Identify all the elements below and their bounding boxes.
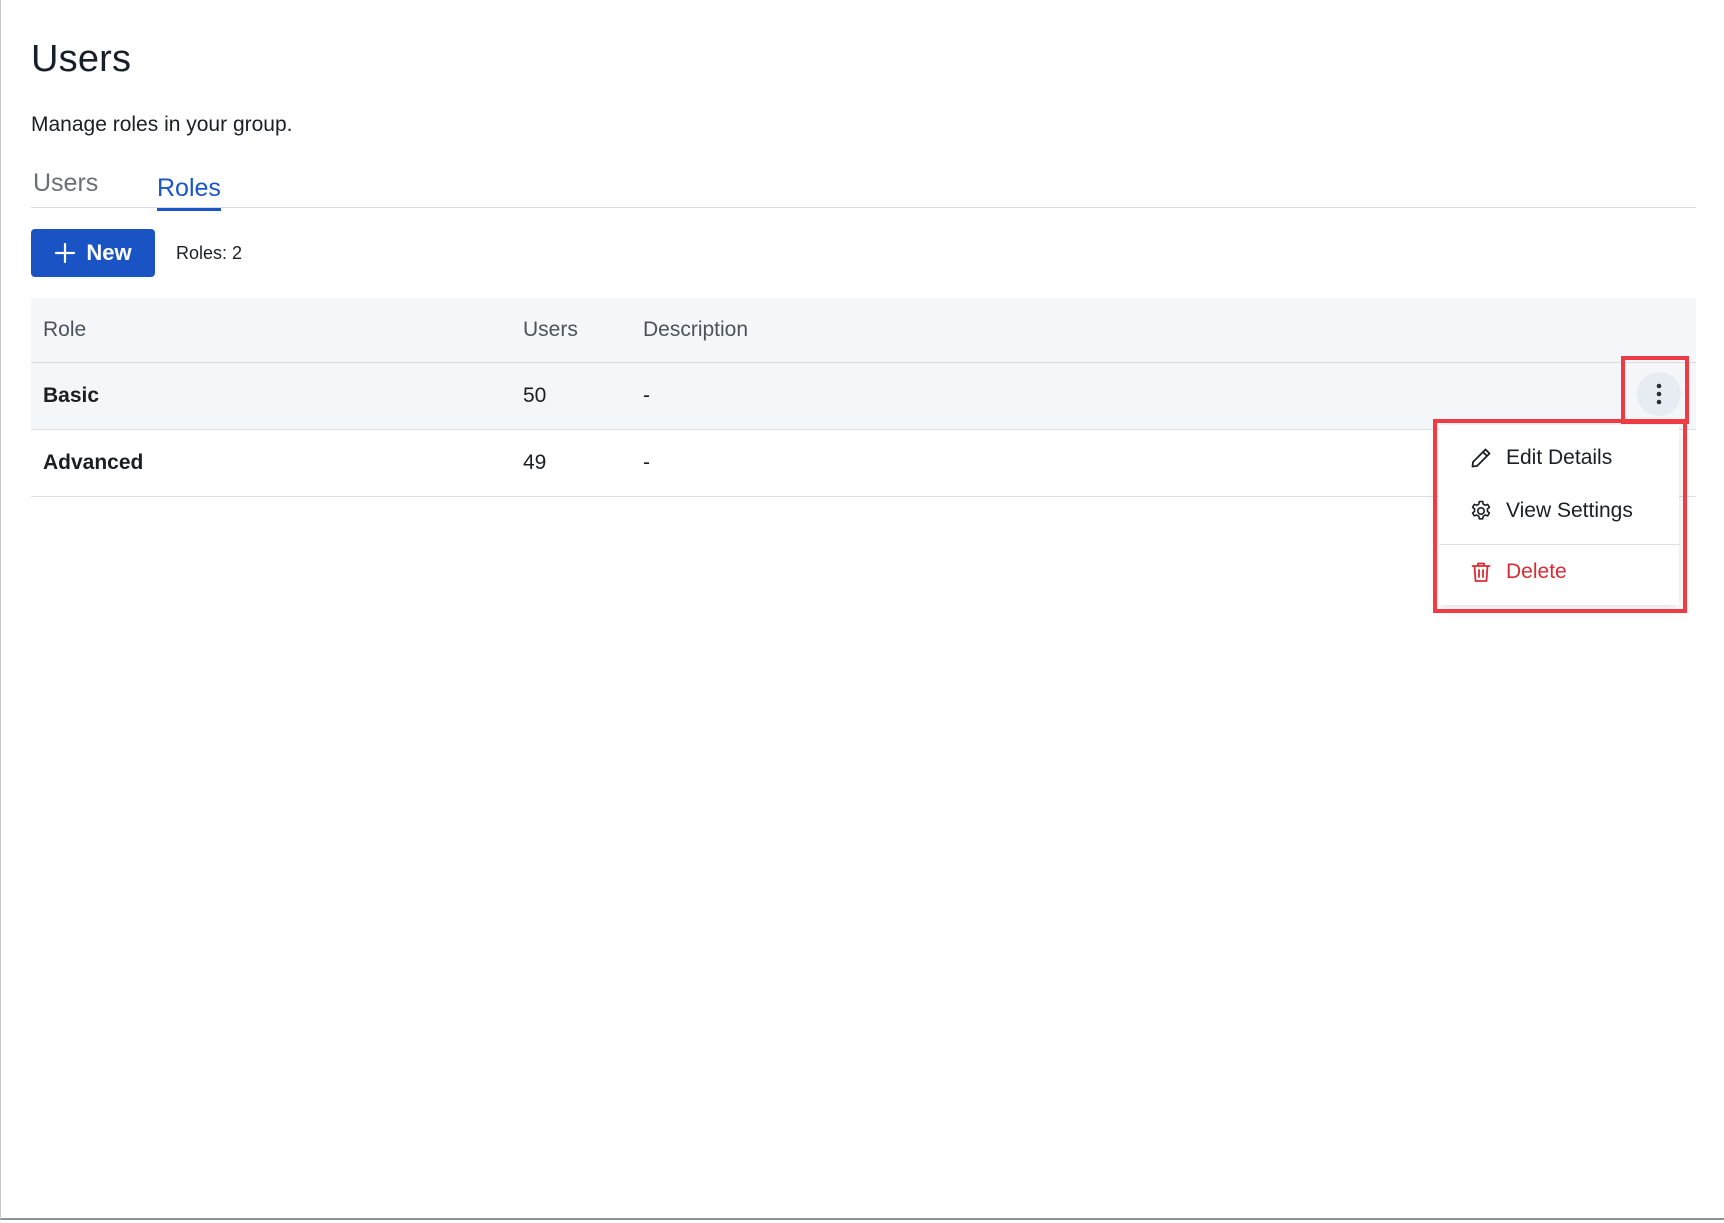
role-description: - bbox=[643, 451, 650, 474]
tab-roles[interactable]: Roles bbox=[157, 169, 221, 211]
new-role-button-label: New bbox=[86, 240, 132, 265]
role-user-count: 50 bbox=[523, 384, 547, 407]
role-name: Advanced bbox=[43, 451, 144, 474]
column-header-description[interactable]: Description bbox=[643, 318, 748, 342]
role-name: Basic bbox=[43, 384, 100, 407]
row-actions-highlight bbox=[1621, 356, 1689, 424]
plus-icon bbox=[55, 242, 76, 264]
row-actions-menu-highlight bbox=[1433, 419, 1687, 613]
table-header: Role Users Description bbox=[31, 298, 1696, 363]
role-user-count: 49 bbox=[523, 451, 547, 474]
new-role-button[interactable]: New bbox=[31, 229, 155, 277]
page-subtitle: Manage roles in your group. bbox=[31, 113, 293, 136]
role-description: - bbox=[643, 384, 650, 407]
tab-users[interactable]: Users bbox=[33, 169, 98, 198]
roles-count: Roles: 2 bbox=[176, 243, 243, 263]
column-header-users[interactable]: Users bbox=[523, 318, 578, 342]
column-header-role[interactable]: Role bbox=[43, 318, 86, 342]
tab-bar: Users Roles bbox=[31, 165, 1696, 211]
page-title: Users bbox=[31, 38, 132, 80]
